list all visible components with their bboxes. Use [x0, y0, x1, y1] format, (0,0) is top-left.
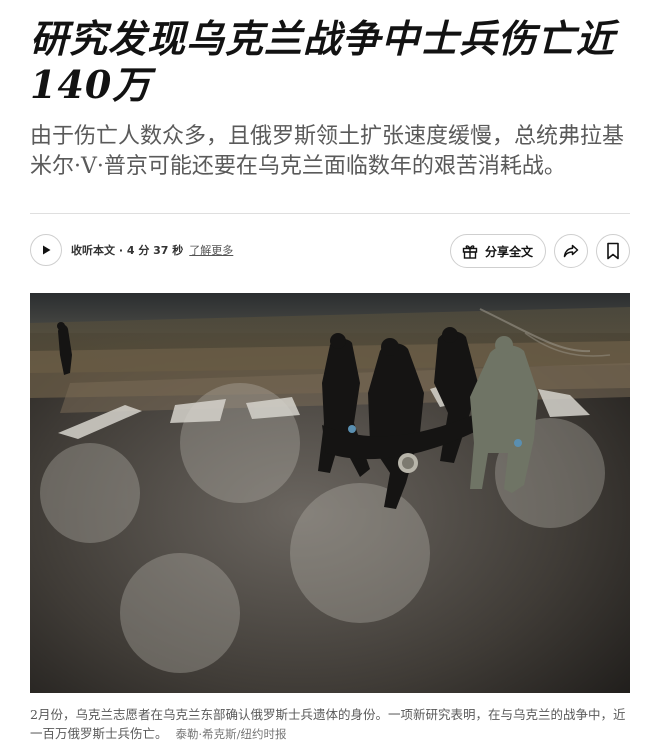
play-icon	[43, 245, 51, 255]
share-button[interactable]	[554, 234, 588, 268]
share-arrow-icon	[563, 244, 579, 258]
bookmark-button[interactable]	[596, 234, 630, 268]
learn-more-link[interactable]: 了解更多	[189, 242, 233, 258]
audio-player: 收听本文 · 4 分 37 秒 了解更多	[30, 234, 233, 266]
caption-text: 2月份，乌克兰志愿者在乌克兰东部确认俄罗斯士兵遗体的身份。一项新研究表明，在与乌…	[30, 707, 626, 741]
audio-duration-label: 收听本文 · 4 分 37 秒	[71, 244, 184, 257]
article-photo	[30, 293, 630, 693]
play-button[interactable]	[30, 234, 62, 266]
photo-credit: 泰勒·希克斯/纽约时报	[175, 727, 287, 741]
divider	[30, 213, 630, 214]
article-summary: 由于伤亡人数众多，且俄罗斯领土扩张速度缓慢，总统弗拉基米尔·V·普京可能还要在乌…	[30, 124, 625, 179]
bookmark-icon	[607, 242, 619, 260]
headline: 研究发现乌克兰战争中士兵伤亡近140万	[30, 16, 616, 107]
photo-caption: 2月份，乌克兰志愿者在乌克兰东部确认俄罗斯士兵遗体的身份。一项新研究表明，在与乌…	[30, 705, 630, 744]
gift-icon	[462, 245, 478, 259]
article-actions: 分享全文	[449, 234, 630, 268]
share-full-article-label: 分享全文	[484, 244, 533, 259]
share-full-article-button[interactable]: 分享全文	[449, 234, 546, 268]
